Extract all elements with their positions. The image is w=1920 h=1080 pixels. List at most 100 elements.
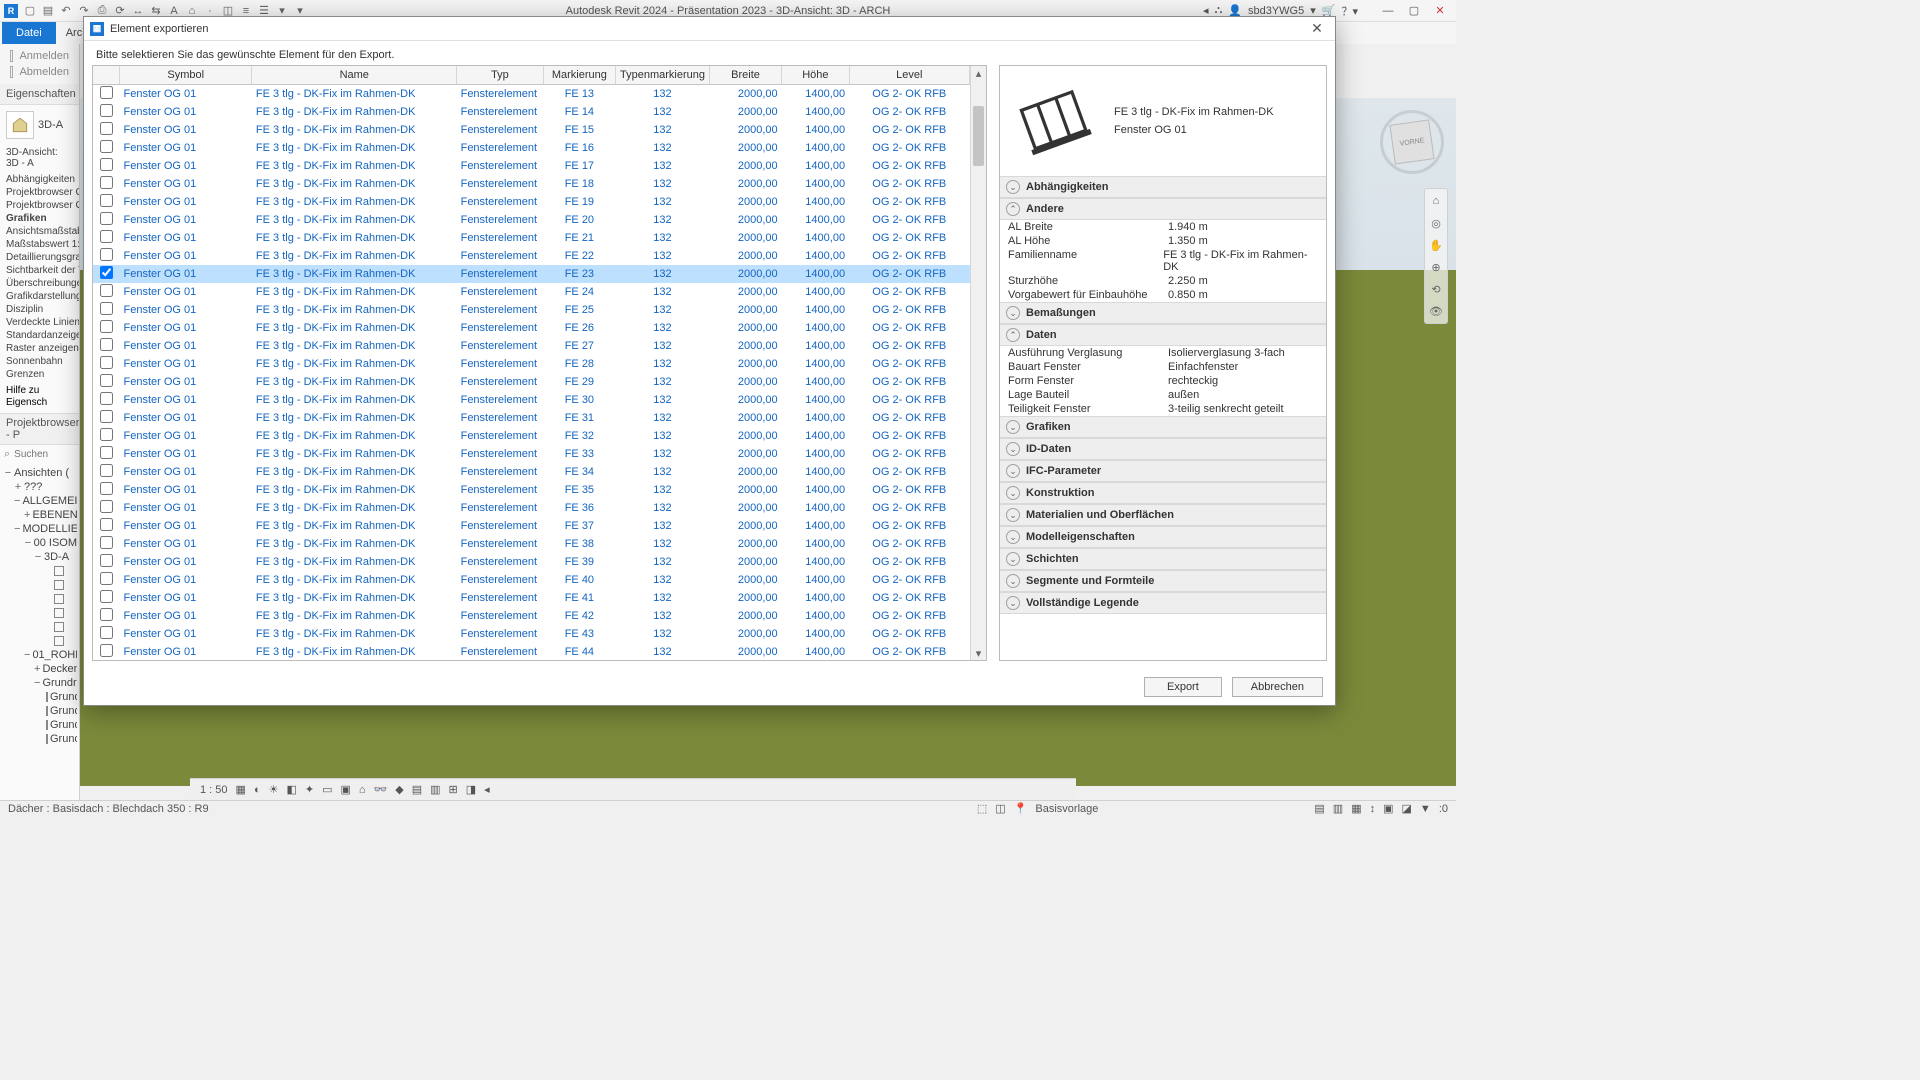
- category-header[interactable]: ⌄Grafiken: [1000, 416, 1326, 438]
- highlight-icon[interactable]: ◨: [466, 783, 476, 796]
- row-checkbox[interactable]: [100, 230, 113, 243]
- property-row[interactable]: Detaillierungsgrad: [0, 251, 79, 264]
- filter-icon[interactable]: ▤: [1314, 802, 1324, 815]
- property-row[interactable]: Maßstabswert 1:: [0, 238, 79, 251]
- scroll-down-icon[interactable]: ▾: [971, 646, 986, 660]
- row-checkbox[interactable]: [100, 500, 113, 513]
- table-row[interactable]: Fenster OG 01FE 3 tlg - DK-Fix im Rahmen…: [93, 517, 970, 535]
- qat-save-icon[interactable]: ▤: [40, 3, 56, 19]
- table-row[interactable]: Fenster OG 01FE 3 tlg - DK-Fix im Rahmen…: [93, 247, 970, 265]
- table-row[interactable]: Fenster OG 01FE 3 tlg - DK-Fix im Rahmen…: [93, 373, 970, 391]
- tree-node[interactable]: [2, 620, 77, 634]
- row-checkbox[interactable]: [100, 482, 113, 495]
- category-header[interactable]: ⌄Konstruktion: [1000, 482, 1326, 504]
- category-header[interactable]: ⌄Segmente und Formteile: [1000, 570, 1326, 592]
- search-input[interactable]: [14, 449, 62, 460]
- sunpath-icon[interactable]: ☀: [269, 783, 279, 796]
- basis-template[interactable]: Basisvorlage: [1035, 803, 1098, 815]
- property-row[interactable]: Ansichtsmaßstab: [0, 225, 79, 238]
- property-row[interactable]: Teiligkeit Fenster3-teilig senkrecht get…: [1000, 402, 1326, 416]
- detail-level-icon[interactable]: ▦: [236, 783, 246, 796]
- table-row[interactable]: Fenster OG 01FE 3 tlg - DK-Fix im Rahmen…: [93, 121, 970, 139]
- column-header[interactable]: Breite: [709, 66, 781, 85]
- nav-wheel-icon[interactable]: ◎: [1428, 215, 1444, 231]
- maximize-button[interactable]: ▢: [1402, 2, 1426, 20]
- table-row[interactable]: Fenster OG 01FE 3 tlg - DK-Fix im Rahmen…: [93, 85, 970, 104]
- category-header[interactable]: ⌄Bemaßungen: [1000, 302, 1326, 324]
- row-checkbox[interactable]: [100, 140, 113, 153]
- select-links-icon[interactable]: ⬚: [977, 802, 987, 815]
- file-tab[interactable]: Datei: [2, 22, 56, 44]
- row-checkbox[interactable]: [100, 248, 113, 261]
- reveal-icon[interactable]: ◂: [484, 783, 490, 796]
- properties-help-link[interactable]: Hilfe zu Eigensch: [6, 385, 47, 408]
- select-underlay-icon[interactable]: ◫: [995, 802, 1005, 815]
- row-checkbox[interactable]: [100, 446, 113, 459]
- category-header[interactable]: ⌄Modelleigenschaften: [1000, 526, 1326, 548]
- category-header[interactable]: ⌃Andere: [1000, 198, 1326, 220]
- element-icon[interactable]: ◪: [1402, 802, 1412, 815]
- column-header[interactable]: Typenmarkierung: [616, 66, 710, 85]
- tree-node[interactable]: −3D-A: [2, 550, 77, 564]
- property-row[interactable]: AL Breite1.940 m: [1000, 220, 1326, 234]
- crop-region-icon[interactable]: ▣: [341, 783, 351, 796]
- property-row[interactable]: Standardanzeige: [0, 329, 79, 342]
- property-row[interactable]: Abhängigkeiten: [0, 173, 79, 186]
- tree-node[interactable]: [2, 564, 77, 578]
- table-row[interactable]: Fenster OG 01FE 3 tlg - DK-Fix im Rahmen…: [93, 337, 970, 355]
- nav-orbit-icon[interactable]: ⟲: [1428, 281, 1444, 297]
- column-header[interactable]: Höhe: [782, 66, 849, 85]
- row-checkbox[interactable]: [100, 608, 113, 621]
- property-row[interactable]: Sturzhöhe2.250 m: [1000, 274, 1326, 288]
- table-row[interactable]: Fenster OG 01FE 3 tlg - DK-Fix im Rahmen…: [93, 301, 970, 319]
- category-header[interactable]: ⌄IFC-Parameter: [1000, 460, 1326, 482]
- property-row[interactable]: Vorgabewert für Einbauhöhe0.850 m: [1000, 288, 1326, 302]
- row-checkbox[interactable]: [100, 356, 113, 369]
- category-header[interactable]: ⌄Vollständige Legende: [1000, 592, 1326, 614]
- table-row[interactable]: Fenster OG 01FE 3 tlg - DK-Fix im Rahmen…: [93, 463, 970, 481]
- row-checkbox[interactable]: [100, 266, 113, 279]
- tree-node[interactable]: −01_ROHBAU: [2, 648, 77, 662]
- row-checkbox[interactable]: [100, 194, 113, 207]
- row-checkbox[interactable]: [100, 122, 113, 135]
- table-row[interactable]: Fenster OG 01FE 3 tlg - DK-Fix im Rahmen…: [93, 283, 970, 301]
- table-row[interactable]: Fenster OG 01FE 3 tlg - DK-Fix im Rahmen…: [93, 535, 970, 553]
- search-icon[interactable]: ⌕: [4, 448, 10, 461]
- property-row[interactable]: Disziplin: [0, 303, 79, 316]
- tree-node[interactable]: Grundriss: UG 1- OK RFB: [2, 704, 77, 718]
- row-checkbox[interactable]: [100, 572, 113, 585]
- table-row[interactable]: Fenster OG 01FE 3 tlg - DK-Fix im Rahmen…: [93, 193, 970, 211]
- row-checkbox[interactable]: [100, 410, 113, 423]
- temporary-hide-icon[interactable]: 👓: [374, 783, 388, 796]
- tree-node[interactable]: −00 ISOM: [2, 536, 77, 550]
- property-row[interactable]: Sonnenbahn: [0, 355, 79, 368]
- drag-icon[interactable]: ↕: [1370, 803, 1376, 815]
- table-row[interactable]: Fenster OG 01FE 3 tlg - DK-Fix im Rahmen…: [93, 355, 970, 373]
- view-selector[interactable]: 3D-Ansicht: 3D - A: [0, 145, 79, 171]
- category-header[interactable]: ⌄Materialien und Oberflächen: [1000, 504, 1326, 526]
- close-button[interactable]: ✕: [1428, 2, 1452, 20]
- cancel-button[interactable]: Abbrechen: [1232, 677, 1323, 697]
- table-row[interactable]: Fenster OG 01FE 3 tlg - DK-Fix im Rahmen…: [93, 445, 970, 463]
- property-row[interactable]: Ausführung VerglasungIsolierverglasung 3…: [1000, 346, 1326, 360]
- tree-node[interactable]: [2, 592, 77, 606]
- property-row[interactable]: Grenzen: [0, 368, 79, 381]
- row-checkbox[interactable]: [100, 176, 113, 189]
- worksharing-icon[interactable]: ▤: [412, 783, 422, 796]
- tree-node[interactable]: Grundriss: EG- OK RFB: [2, 732, 77, 746]
- table-row[interactable]: Fenster OG 01FE 3 tlg - DK-Fix im Rahmen…: [93, 319, 970, 337]
- nav-fullnav-icon[interactable]: ⌂: [1428, 193, 1444, 209]
- tree-node[interactable]: Grundriss: FUNDAMENTPLATTE- RU: [2, 690, 77, 704]
- table-row[interactable]: Fenster OG 01FE 3 tlg - DK-Fix im Rahmen…: [93, 391, 970, 409]
- property-row[interactable]: Grafiken: [0, 212, 79, 225]
- property-row[interactable]: Grafikdarstellung: [0, 290, 79, 303]
- property-row[interactable]: AL Höhe1.350 m: [1000, 234, 1326, 248]
- nav-look-icon[interactable]: 👁: [1428, 303, 1444, 319]
- scroll-up-icon[interactable]: ▴: [971, 66, 986, 80]
- tree-node[interactable]: +???: [2, 480, 77, 494]
- column-header[interactable]: Symbol: [119, 66, 251, 85]
- export-button[interactable]: Export: [1144, 677, 1222, 697]
- crop-view-icon[interactable]: ▭: [322, 783, 332, 796]
- column-header[interactable]: Level: [849, 66, 969, 85]
- table-row[interactable]: Fenster OG 01FE 3 tlg - DK-Fix im Rahmen…: [93, 481, 970, 499]
